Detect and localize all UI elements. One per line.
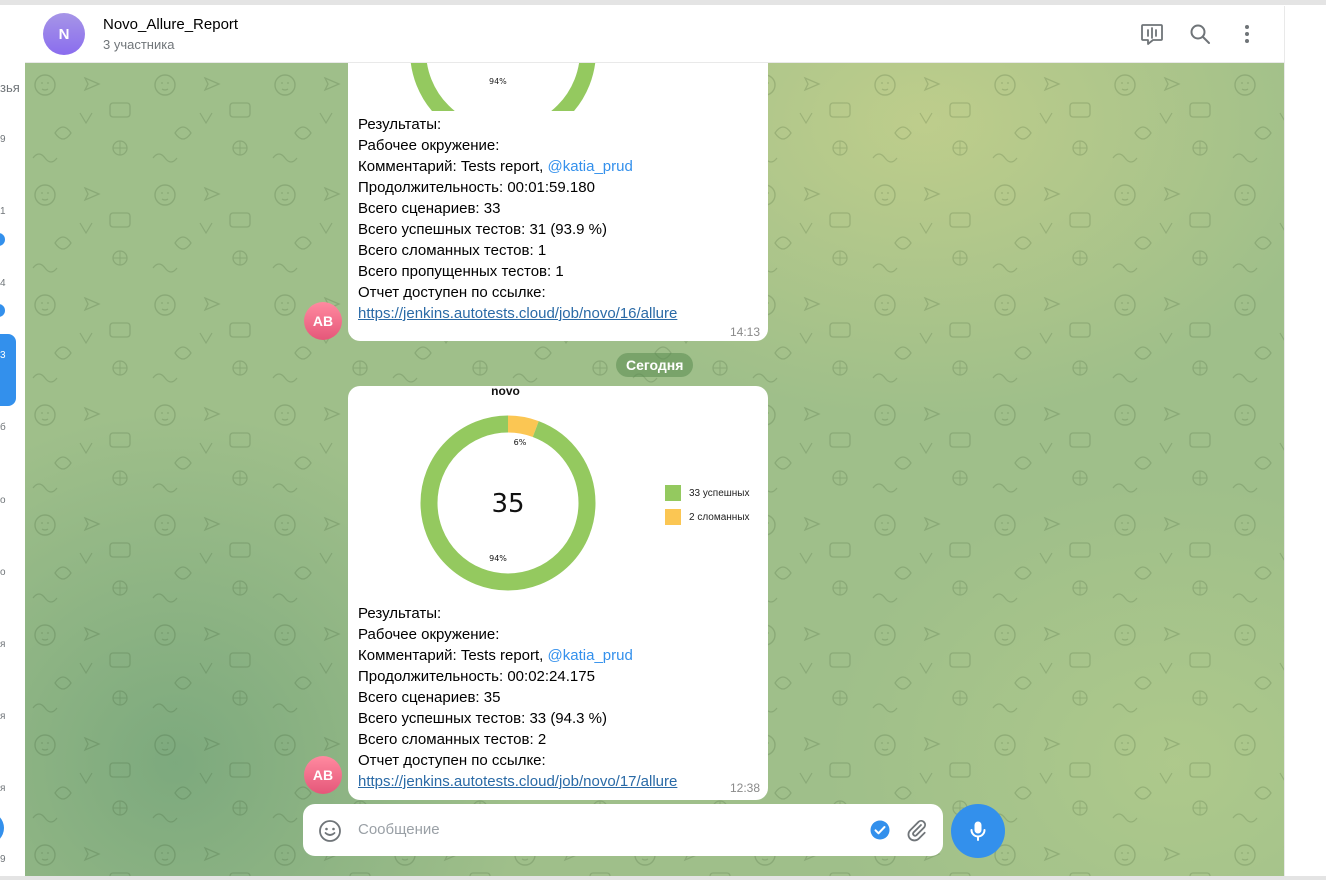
environment-line: Рабочее окружение: — [358, 137, 500, 154]
chat-list-date: 9 — [0, 134, 6, 145]
duration-line: Продолжительность: 00:01:59.180 — [358, 179, 595, 196]
group-avatar[interactable]: N — [43, 13, 85, 55]
chat-list-sidebar[interactable]: зья 9 1 4 3 б о о я я я 9 — [0, 6, 24, 876]
chat-title[interactable]: Novo_Allure_Report — [103, 16, 238, 33]
link-label-line: Отчет доступен по ссылке: — [358, 284, 546, 301]
chart-percent-label: 94% — [489, 554, 507, 563]
results-line: Результаты: — [358, 116, 442, 133]
chat-list-date: б — [0, 422, 6, 433]
member-count: 3 участника — [103, 37, 175, 52]
duration-line: Продолжительность: 00:02:24.175 — [358, 668, 595, 685]
donut-chart-fragment: 94% — [410, 63, 596, 111]
chart-legend: 33 успешных 2 сломанных — [665, 481, 750, 529]
voice-record-button[interactable] — [951, 804, 1005, 858]
message-input[interactable]: Сообщение — [358, 821, 440, 838]
right-panel-edge — [1284, 6, 1326, 876]
checkmark-icon[interactable] — [870, 820, 890, 840]
active-chat-item[interactable]: 3 — [0, 334, 16, 406]
chart-percent-label: 6% — [514, 438, 527, 447]
search-icon[interactable] — [1186, 20, 1214, 48]
message-bubble[interactable]: novo 35 6% 94% 33 успешных 2 сломанных Рез… — [348, 384, 768, 800]
more-options-icon[interactable] — [1233, 20, 1261, 48]
chart-center-total: 35 — [491, 489, 524, 519]
chat-list-date: 4 — [0, 278, 6, 289]
chat-list-date: 1 — [0, 206, 6, 217]
unread-badge — [0, 233, 5, 246]
date-separator: Сегодня — [616, 353, 694, 377]
message-time: 14:13 — [729, 325, 760, 339]
chat-list-date: 9 — [0, 854, 6, 865]
chart-title: novo — [491, 384, 520, 398]
unread-badge — [0, 304, 5, 317]
emoji-icon[interactable] — [318, 819, 342, 843]
legend-item-passed: 33 успешных — [665, 481, 750, 505]
passed-line: Всего успешных тестов: 31 (93.9 %) — [358, 221, 608, 238]
attach-icon[interactable] — [904, 818, 928, 842]
chart-percent-label: 94% — [489, 77, 507, 86]
legend-item-broken: 2 сломанных — [665, 505, 750, 529]
sender-avatar[interactable]: AB — [304, 756, 342, 794]
legend-swatch — [665, 509, 681, 525]
passed-line: Всего успешных тестов: 33 (94.3 %) — [358, 710, 608, 727]
environment-line: Рабочее окружение: — [358, 626, 500, 643]
results-line: Результаты: — [358, 605, 442, 622]
legend-swatch — [665, 485, 681, 501]
chat-area[interactable]: 94% Результаты: Рабочее окружение: Комме… — [25, 63, 1284, 876]
skipped-line: Всего пропущенных тестов: 1 — [358, 263, 564, 280]
message-text: Результаты: Рабочее окружение: Комментар… — [358, 114, 677, 324]
chat-list-date: я — [0, 639, 6, 650]
broken-line: Всего сломанных тестов: 2 — [358, 731, 547, 748]
broken-line: Всего сломанных тестов: 1 — [358, 242, 547, 259]
comment-line: Комментарий: Tests report, @katia_prud — [358, 647, 633, 664]
scenarios-line: Всего сценариев: 35 — [358, 689, 501, 706]
chat-list-date: я — [0, 711, 6, 722]
link-label-line: Отчет доступен по ссылке: — [358, 752, 546, 769]
message-text: Результаты: Рабочее окружение: Комментар… — [358, 603, 677, 792]
window-top-border — [0, 0, 1326, 5]
message-time: 12:38 — [729, 781, 760, 795]
chat-list-date: о — [0, 567, 6, 578]
donut-chart: 35 6% 94% — [420, 415, 596, 591]
message-bubble[interactable]: 94% Результаты: Рабочее окружение: Комме… — [348, 63, 768, 341]
user-mention-link[interactable]: @katia_prud — [548, 158, 633, 175]
legend-label: 33 успешных — [689, 487, 750, 499]
report-link[interactable]: https://jenkins.autotests.cloud/job/novo… — [358, 305, 677, 322]
sender-avatar[interactable]: AB — [304, 302, 342, 340]
chat-header: N Novo_Allure_Report 3 участника — [25, 6, 1284, 63]
user-mention-link[interactable]: @katia_prud — [548, 647, 633, 664]
comment-line: Комментарий: Tests report, @katia_prud — [358, 158, 633, 175]
legend-label: 2 сломанных — [689, 511, 750, 523]
chat-avatar[interactable] — [0, 812, 4, 844]
report-link[interactable]: https://jenkins.autotests.cloud/job/novo… — [358, 773, 677, 790]
live-stream-icon[interactable] — [1138, 20, 1166, 48]
chat-list-date: я — [0, 783, 6, 794]
message-composer[interactable]: Сообщение — [303, 804, 943, 856]
microphone-icon — [970, 821, 986, 841]
scenarios-line: Всего сценариев: 33 — [358, 200, 501, 217]
window-bottom-border — [0, 876, 1326, 880]
chat-list-date: о — [0, 495, 6, 506]
chat-list-fragment: зья — [0, 80, 20, 95]
